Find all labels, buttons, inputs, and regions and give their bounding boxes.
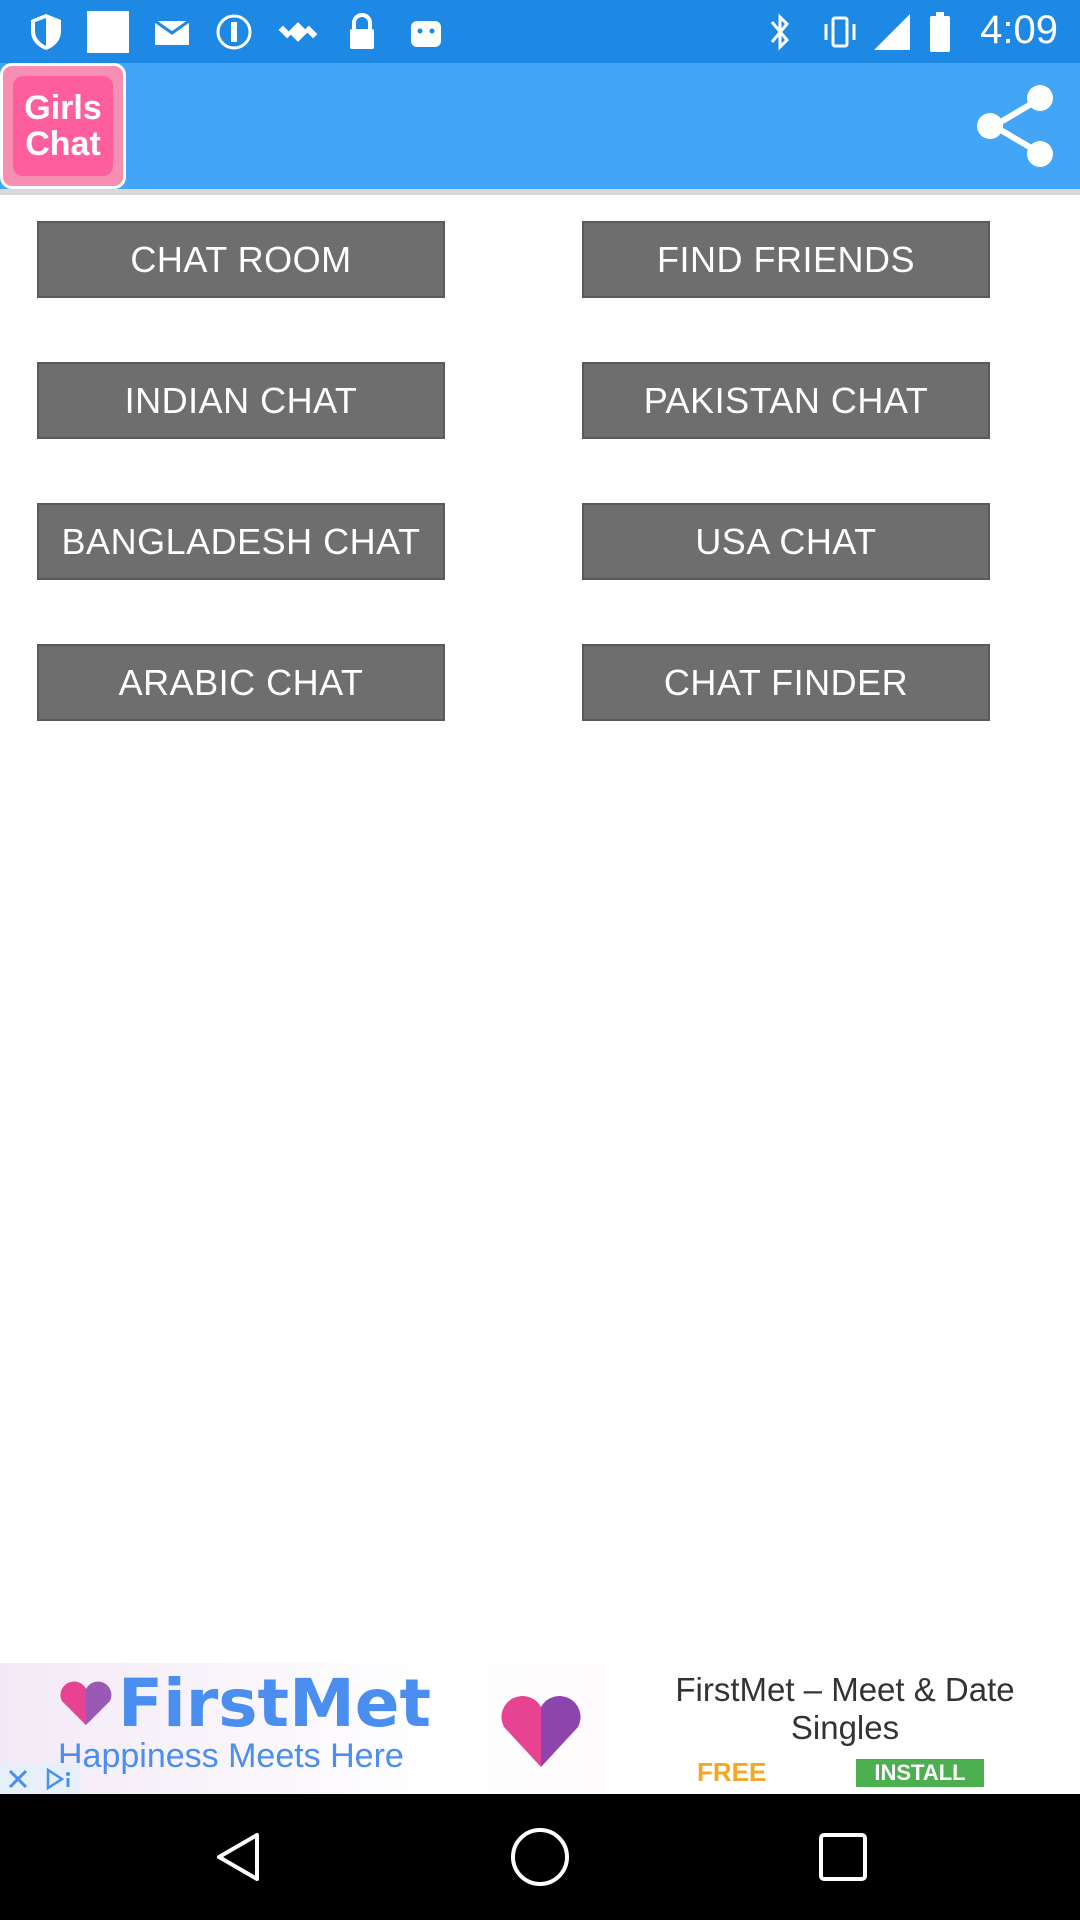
- ad-free-label: FREE: [697, 1757, 767, 1787]
- indian-chat-button[interactable]: INDIAN CHAT: [37, 362, 445, 439]
- lock-icon: [340, 10, 384, 54]
- bangladesh-chat-button[interactable]: BANGLADESH CHAT: [37, 503, 445, 580]
- ad-tagline: Happiness Meets Here: [58, 1737, 404, 1775]
- satellite-icon: [276, 10, 320, 54]
- ad-title: FirstMet – Meet & Date Singles: [675, 1671, 1015, 1746]
- back-icon[interactable]: [204, 1822, 274, 1892]
- app-bar: [0, 63, 1080, 189]
- app-bar-shadow: [0, 189, 1080, 195]
- app-logo: Girls Chat: [0, 63, 126, 189]
- logo-line1: Girls: [24, 89, 102, 127]
- bluetooth-icon: [758, 10, 802, 54]
- recents-icon[interactable]: [808, 1822, 878, 1892]
- usa-chat-button[interactable]: USA CHAT: [582, 503, 990, 580]
- ad-choices-icon[interactable]: [38, 1763, 80, 1794]
- ad-brand: FirstMet: [118, 1665, 432, 1742]
- android-icon: [404, 10, 448, 54]
- mail-icon: [150, 10, 194, 54]
- ad-banner[interactable]: FirstMet Happiness Meets Here FirstMet –…: [0, 1663, 1080, 1794]
- find-friends-button[interactable]: FIND FRIENDS: [582, 221, 990, 298]
- arabic-chat-button[interactable]: ARABIC CHAT: [37, 644, 445, 721]
- navigation-bar: [0, 1794, 1080, 1920]
- share-icon[interactable]: [968, 78, 1064, 174]
- info-icon: [212, 10, 256, 54]
- signal-icon: [870, 10, 914, 54]
- status-time: 4:09: [980, 8, 1058, 52]
- battery-icon: [918, 10, 962, 54]
- shield-icon: [24, 10, 68, 54]
- logo-line2: Chat: [25, 125, 101, 163]
- heart-logo-icon: [58, 1681, 114, 1732]
- home-icon[interactable]: [505, 1822, 575, 1892]
- chat-finder-button[interactable]: CHAT FINDER: [582, 644, 990, 721]
- ad-close-icon[interactable]: [0, 1763, 36, 1794]
- chat-room-button[interactable]: CHAT ROOM: [37, 221, 445, 298]
- notification-square-icon: [86, 10, 130, 54]
- vibrate-icon: [818, 10, 862, 54]
- ad-install-button[interactable]: INSTALL: [856, 1759, 984, 1787]
- heart-icon: [498, 1693, 584, 1774]
- pakistan-chat-button[interactable]: PAKISTAN CHAT: [582, 362, 990, 439]
- status-bar: 4:09: [0, 0, 1080, 63]
